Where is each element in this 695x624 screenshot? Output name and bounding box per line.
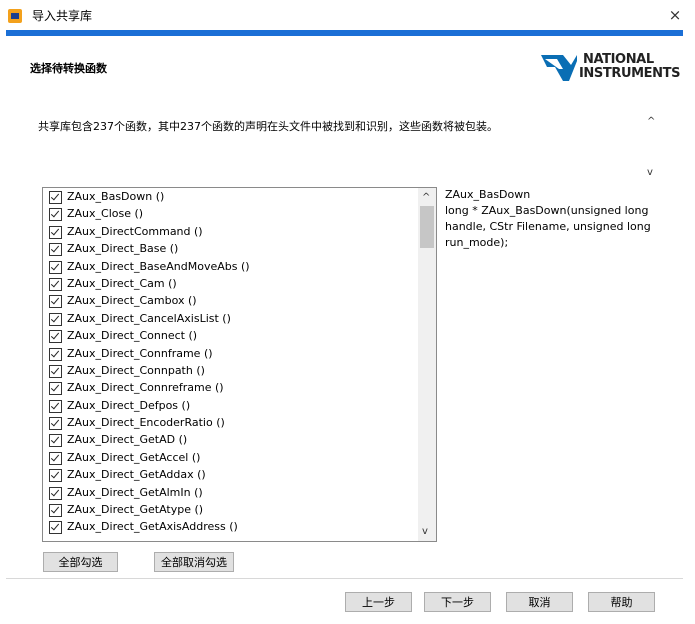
list-item[interactable]: ZAux_Direct_Defpos ()	[43, 397, 417, 414]
section-title: 选择待转换函数	[30, 62, 107, 75]
list-item-label: ZAux_Direct_Base ()	[67, 242, 179, 256]
list-item-label: ZAux_BasDown ()	[67, 190, 165, 203]
list-item[interactable]: ZAux_Direct_GetAD ()	[43, 431, 417, 448]
list-item-label: ZAux_Direct_GetAtype ()	[67, 503, 204, 517]
checkbox[interactable]	[49, 260, 62, 274]
list-item[interactable]: ZAux_Direct_Base ()	[43, 240, 417, 257]
list-item-label: ZAux_Direct_Connframe ()	[67, 346, 213, 360]
list-item[interactable]: ZAux_Direct_Connect ()	[43, 327, 417, 344]
list-item[interactable]: ZAux_Direct_CancelAxisList ()	[43, 310, 417, 327]
down-arrow-icon[interactable]: v	[422, 526, 428, 537]
list-item-label: ZAux_Direct_BaseAndMoveAbs ()	[67, 259, 250, 273]
list-item[interactable]: ZAux_Direct_BaseAndMoveAbs ()	[43, 258, 417, 275]
down-arrow-icon[interactable]: v	[647, 167, 653, 178]
list-item-label: ZAux_Direct_Connpath ()	[67, 363, 205, 377]
list-item-label: ZAux_Direct_GetAddax ()	[67, 468, 206, 482]
list-item[interactable]: ZAux_Direct_Cambox ()	[43, 292, 417, 309]
ni-logo: NATIONAL INSTRUMENTS	[541, 53, 681, 87]
list-item[interactable]: ZAux_Direct_Connframe ()	[43, 345, 417, 362]
next-button[interactable]: 下一步	[424, 592, 491, 612]
list-item-label: ZAux_Direct_GetAD ()	[67, 433, 188, 447]
checkbox[interactable]	[49, 486, 62, 500]
checkbox[interactable]	[49, 469, 62, 483]
function-list-scrollbar[interactable]: ^ v	[418, 188, 436, 541]
list-item[interactable]: ZAux_Direct_Connreframe ()	[43, 379, 417, 396]
description-scrollbar[interactable]: ^ v	[644, 110, 662, 182]
ni-eagle-icon	[541, 55, 577, 81]
list-item-label: ZAux_Direct_EncoderRatio ()	[67, 416, 225, 430]
function-list-items: ZAux_BasDown () ZAux_Close () ZAux_DirectC…	[43, 188, 417, 536]
checkbox[interactable]	[49, 364, 62, 378]
logo-line2: INSTRUMENTS	[579, 66, 681, 81]
checkbox[interactable]	[49, 382, 62, 396]
list-item-label: ZAux_Direct_CancelAxisList ()	[67, 311, 231, 325]
list-item[interactable]: ZAux_Direct_GetAddax ()	[43, 466, 417, 483]
list-item-label: ZAux_Direct_GetAxisAddress ()	[67, 520, 238, 534]
close-icon[interactable]: ×	[655, 0, 695, 30]
function-name: ZAux_BasDown	[445, 188, 531, 201]
select-all-button[interactable]: 全部勾选	[43, 552, 118, 572]
checkbox[interactable]	[49, 330, 62, 344]
function-list[interactable]: ZAux_BasDown () ZAux_Close () ZAux_DirectC…	[42, 187, 437, 542]
function-detail: ZAux_BasDown long * ZAux_BasDown(unsigne…	[445, 187, 665, 251]
accent-bar	[6, 30, 683, 36]
list-item-label: ZAux_Direct_GetAccel ()	[67, 450, 201, 464]
checkbox[interactable]	[49, 191, 62, 204]
checkbox[interactable]	[49, 243, 62, 257]
function-signature: long * ZAux_BasDown(unsigned long handle…	[445, 204, 651, 249]
logo-line1: NATIONAL	[583, 52, 654, 67]
up-arrow-icon[interactable]: ^	[422, 192, 430, 203]
list-item[interactable]: ZAux_Direct_GetAccel ()	[43, 449, 417, 466]
footer-divider	[6, 578, 683, 579]
labview-icon	[8, 9, 22, 23]
checkbox[interactable]	[49, 417, 62, 431]
list-item-label: ZAux_Direct_Cambox ()	[67, 294, 197, 308]
checkbox[interactable]	[49, 504, 62, 518]
list-item-label: ZAux_Direct_Connect ()	[67, 329, 198, 343]
list-item[interactable]: ZAux_Close ()	[43, 205, 417, 222]
help-button[interactable]: 帮助	[588, 592, 655, 612]
list-item[interactable]: ZAux_Direct_GetAxisAddress ()	[43, 518, 417, 535]
list-item-label: ZAux_Direct_Connreframe ()	[67, 381, 224, 395]
list-item[interactable]: ZAux_DirectCommand ()	[43, 223, 417, 240]
checkbox[interactable]	[49, 451, 62, 465]
list-item[interactable]: ZAux_BasDown ()	[43, 188, 417, 205]
list-item[interactable]: ZAux_Direct_GetAtype ()	[43, 501, 417, 518]
description-text: 共享库包含237个函数，其中237个函数的声明在头文件中被找到和识别，这些函数将…	[38, 120, 498, 133]
checkbox[interactable]	[49, 521, 62, 535]
description-box: 共享库包含237个函数，其中237个函数的声明在头文件中被找到和识别，这些函数将…	[30, 110, 662, 182]
list-item-label: ZAux_Direct_Defpos ()	[67, 398, 191, 412]
checkbox[interactable]	[49, 434, 62, 448]
list-item[interactable]: ZAux_Direct_Connpath ()	[43, 362, 417, 379]
deselect-all-button[interactable]: 全部取消勾选	[154, 552, 234, 572]
checkbox[interactable]	[49, 312, 62, 326]
list-item-label: ZAux_Direct_Cam ()	[67, 276, 177, 290]
checkbox[interactable]	[49, 208, 62, 222]
checkbox[interactable]	[49, 225, 62, 239]
list-item[interactable]: ZAux_Direct_GetAlmIn ()	[43, 484, 417, 501]
checkbox[interactable]	[49, 347, 62, 361]
prev-button[interactable]: 上一步	[345, 592, 412, 612]
list-item[interactable]: ZAux_Direct_EncoderRatio ()	[43, 414, 417, 431]
list-item-label: ZAux_DirectCommand ()	[67, 224, 203, 238]
title-bar: 导入共享库 ×	[0, 0, 695, 30]
list-item-label: ZAux_Close ()	[67, 207, 144, 221]
scroll-thumb[interactable]	[420, 206, 434, 248]
list-item[interactable]: ZAux_Direct_Cam ()	[43, 275, 417, 292]
up-arrow-icon[interactable]: ^	[647, 116, 655, 127]
list-item-label: ZAux_Direct_GetAlmIn ()	[67, 485, 203, 499]
checkbox[interactable]	[49, 295, 62, 309]
cancel-button[interactable]: 取消	[506, 592, 573, 612]
window-title: 导入共享库	[32, 9, 93, 23]
checkbox[interactable]	[49, 399, 62, 413]
checkbox[interactable]	[49, 277, 62, 291]
